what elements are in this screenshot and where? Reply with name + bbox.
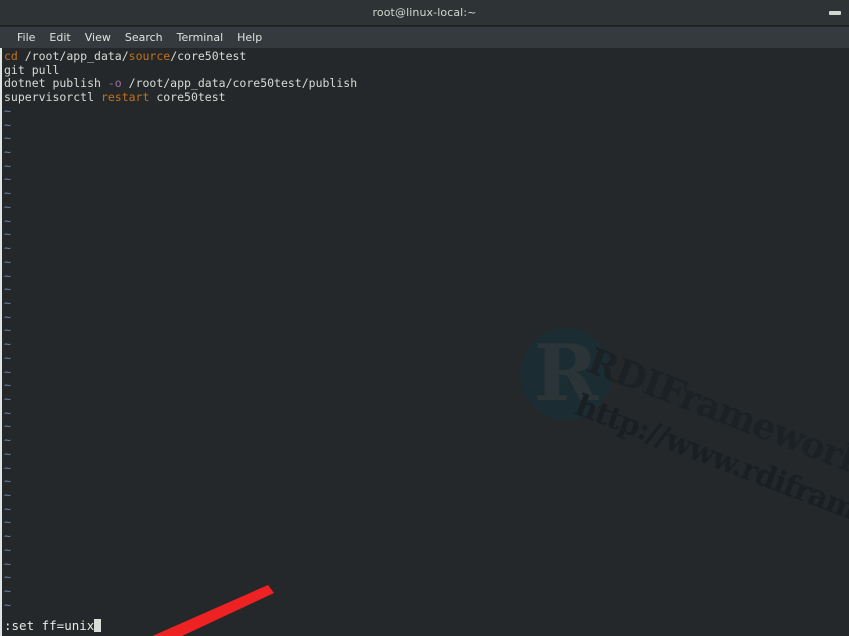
vim-empty-line-marker: ~: [4, 488, 11, 503]
vim-empty-line-marker: ~: [4, 172, 11, 187]
vim-empty-line-marker: ~: [4, 282, 11, 297]
minimize-icon: [829, 11, 841, 15]
menu-item-view[interactable]: View: [78, 30, 118, 46]
vim-buffer[interactable]: cd /root/app_data/source/core50test git p…: [4, 48, 849, 636]
vim-text-segment: dotnet publish: [4, 76, 108, 91]
vim-empty-line-marker: ~: [4, 474, 11, 489]
vim-empty-line-marker: ~: [4, 446, 11, 461]
vim-text-segment: restart: [100, 90, 150, 105]
vim-text-segment: supervisorctl: [4, 90, 101, 105]
vim-empty-line-marker: ~: [4, 460, 11, 475]
vim-empty-line-marker: ~: [4, 323, 11, 338]
minimize-button[interactable]: [829, 11, 841, 15]
vim-empty-line-marker: ~: [4, 419, 11, 434]
vim-empty-line-marker: ~: [4, 570, 11, 585]
vim-empty-line-marker: ~: [4, 227, 11, 242]
window-title: root@linux-local:~: [372, 6, 477, 19]
vim-text-segment: core50test: [149, 90, 226, 105]
vim-line: dotnet publish -o /root/app_data/core50t…: [4, 76, 357, 90]
vim-empty-line-marker: ~: [4, 268, 11, 283]
vim-command-text: :set ff=unix: [4, 618, 95, 633]
vim-empty-line-marker: ~: [4, 405, 11, 420]
vim-text-segment: /core50test: [170, 49, 247, 63]
vim-empty-line-marker: ~: [4, 501, 11, 516]
vim-empty-line-marker: ~: [4, 295, 11, 310]
vim-command-line[interactable]: :set ff=unix: [4, 618, 102, 634]
window-titlebar[interactable]: root@linux-local:~: [0, 0, 849, 26]
vim-empty-line-marker: ~: [4, 186, 11, 201]
menu-item-terminal[interactable]: Terminal: [170, 30, 231, 46]
vim-text-segment: source: [128, 49, 171, 63]
vim-empty-line-marker: ~: [4, 542, 11, 557]
vim-empty-line-marker: ~: [4, 529, 11, 544]
vim-text-segment: /root/app_data/: [17, 49, 129, 63]
vim-empty-line-marker: ~: [4, 378, 11, 393]
vim-empty-line-marker: ~: [4, 117, 11, 132]
vim-empty-line-marker: ~: [4, 103, 11, 118]
text-cursor: [94, 619, 102, 632]
vim-empty-line-marker: ~: [4, 364, 11, 379]
terminal-window: root@linux-local:~ File Edit View Search…: [0, 0, 849, 636]
vim-line: git pull: [4, 63, 59, 77]
vim-empty-line-marker: ~: [4, 350, 11, 365]
menu-item-edit[interactable]: Edit: [42, 30, 77, 46]
vim-text-segment: -o: [107, 76, 122, 91]
vim-empty-line-marker: ~: [4, 241, 11, 256]
vim-empty-line-marker: ~: [4, 213, 11, 228]
vim-empty-line-marker: ~: [4, 309, 11, 324]
vim-empty-line-marker: ~: [4, 145, 11, 160]
vim-empty-line-marker: ~: [4, 433, 11, 448]
vim-empty-line-marker: ~: [4, 556, 11, 571]
vim-empty-line-marker: ~: [4, 392, 11, 406]
vim-line: cd /root/app_data/source/core50test: [4, 49, 246, 63]
terminal-body[interactable]: R RDIFramework.NET http://www.rdiframewo…: [0, 48, 849, 636]
vim-empty-line-marker: ~: [4, 584, 11, 599]
menu-item-help[interactable]: Help: [230, 30, 269, 46]
menubar: File Edit View Search Terminal Help: [0, 27, 849, 48]
vim-empty-line-marker: ~: [4, 131, 11, 146]
menu-item-search[interactable]: Search: [118, 30, 170, 46]
vim-empty-line-marker: ~: [4, 337, 11, 352]
vim-empty-line-marker: ~: [4, 199, 11, 214]
vim-text-segment: git pull: [4, 62, 60, 77]
menu-item-file[interactable]: File: [10, 30, 42, 46]
vim-text-segment: cd: [4, 49, 18, 63]
vim-empty-line-marker: ~: [4, 158, 11, 173]
vim-empty-line-marker: ~: [4, 597, 11, 612]
vim-empty-line-marker: ~: [4, 515, 11, 530]
vim-empty-line-marker: ~: [4, 254, 11, 269]
vim-text-segment: /root/app_data/core50test/publish: [121, 76, 358, 91]
vim-line: supervisorctl restart core50test: [4, 90, 226, 104]
terminal-left-edge: [0, 48, 2, 636]
